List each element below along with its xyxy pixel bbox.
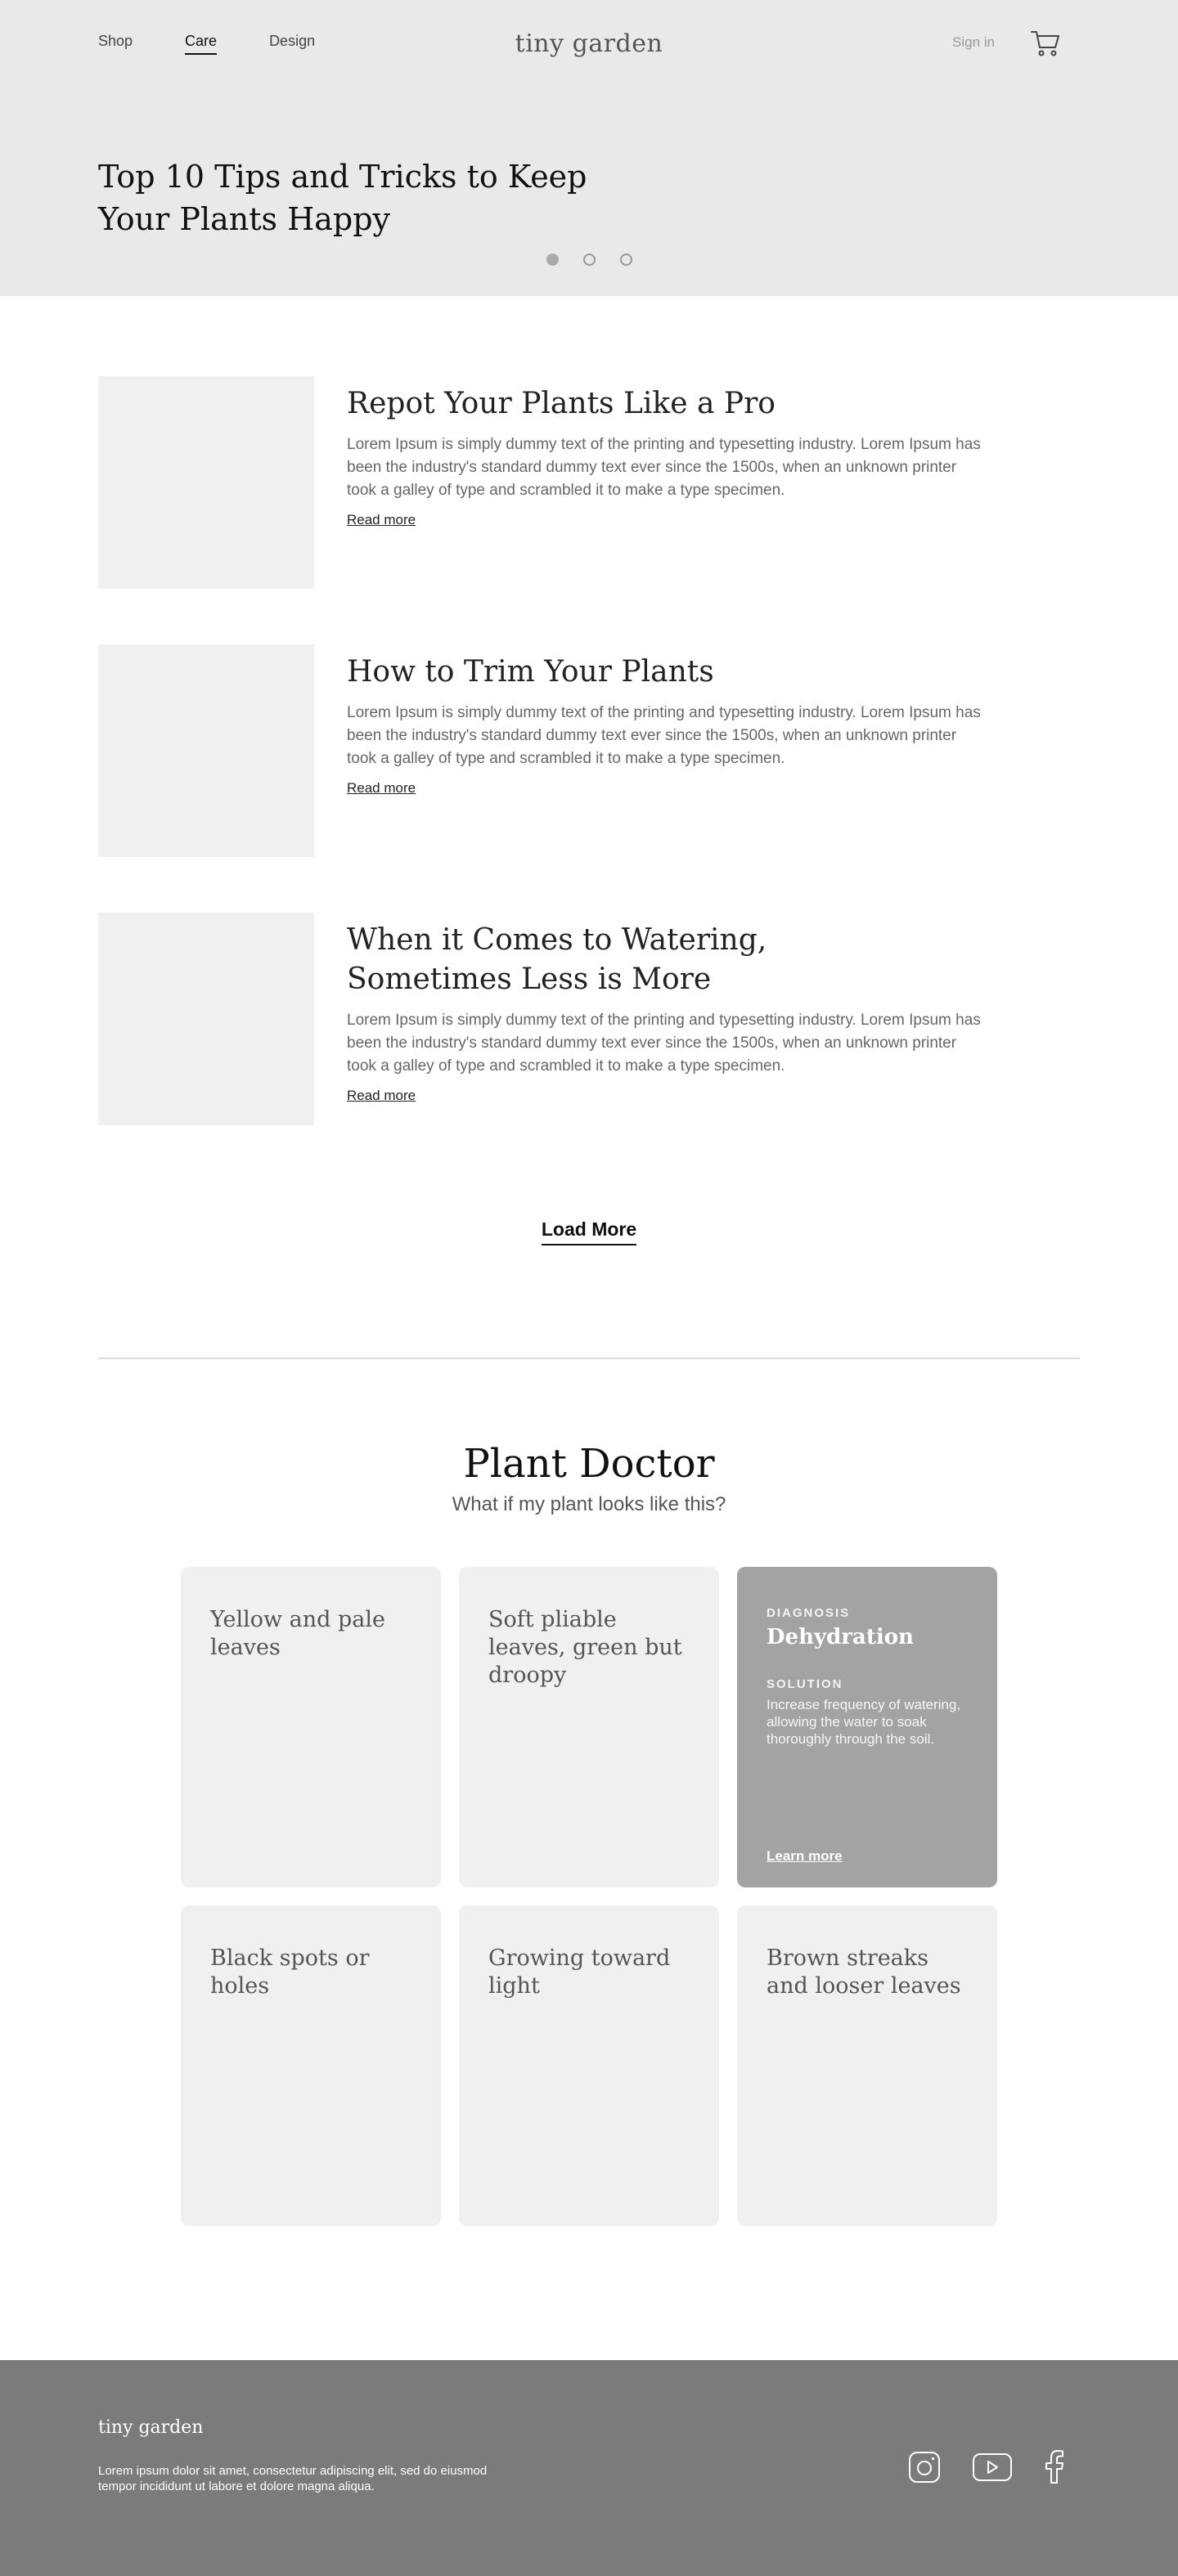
article-image[interactable] bbox=[98, 913, 314, 1125]
article-title[interactable]: Repot Your Plants Like a Pro bbox=[347, 384, 936, 424]
load-more-wrapper: Load More bbox=[0, 1218, 1178, 1292]
carousel-dot[interactable] bbox=[546, 254, 559, 266]
sign-in-link[interactable]: Sign in bbox=[952, 34, 995, 51]
solution-text: Increase frequency of watering, allowing… bbox=[767, 1697, 961, 1747]
article-item: Repot Your Plants Like a Pro Lorem Ipsum… bbox=[0, 376, 1178, 644]
article-title[interactable]: How to Trim Your Plants bbox=[347, 653, 936, 692]
article-item: When it Comes to Watering, Sometimes Les… bbox=[0, 913, 1178, 1192]
article-image[interactable] bbox=[98, 376, 314, 589]
diagnosis-label: DIAGNOSIS bbox=[767, 1606, 851, 1620]
article-excerpt: Lorem Ipsum is simply dummy text of the … bbox=[347, 1012, 981, 1075]
read-more-link[interactable]: Read more bbox=[347, 512, 416, 528]
article-excerpt: Lorem Ipsum is simply dummy text of the … bbox=[347, 704, 981, 767]
symptom-card-title: Growing toward light bbox=[488, 1945, 671, 1999]
plant-doctor-subtitle: What if my plant looks like this? bbox=[452, 1493, 726, 1515]
symptom-card[interactable]: Yellow and pale leaves bbox=[181, 1567, 441, 1887]
article-item: How to Trim Your Plants Lorem Ipsum is s… bbox=[0, 644, 1178, 913]
instagram-icon[interactable] bbox=[908, 2451, 941, 2488]
site-footer: tiny garden Lorem ipsum dolor sit amet, … bbox=[0, 2360, 1178, 2576]
solution-label: SOLUTION bbox=[767, 1677, 843, 1691]
article-image[interactable] bbox=[98, 644, 314, 857]
footer-text: Lorem ipsum dolor sit amet, consectetur … bbox=[98, 2464, 488, 2493]
symptom-card-title: Soft pliable leaves, green but droopy bbox=[488, 1607, 682, 1688]
symptom-card-title: Brown streaks and looser leaves bbox=[767, 1945, 961, 1999]
social-links bbox=[908, 2450, 1065, 2488]
symptom-card-title: Black spots or holes bbox=[210, 1945, 370, 1999]
symptom-card[interactable]: Brown streaks and looser leaves bbox=[737, 1905, 997, 2226]
carousel-dots bbox=[0, 254, 1178, 266]
load-more-button[interactable]: Load More bbox=[541, 1218, 637, 1245]
symptom-card[interactable]: Soft pliable leaves, green but droopy bbox=[459, 1567, 719, 1887]
hero-title: Top 10 Tips and Tricks to Keep Your Plan… bbox=[98, 155, 605, 240]
section-divider bbox=[98, 1358, 1080, 1359]
diagnosis-card[interactable]: DIAGNOSIS Dehydration SOLUTION Increase … bbox=[737, 1567, 997, 1887]
diagnosis-value: Dehydration bbox=[767, 1625, 914, 1649]
youtube-icon[interactable] bbox=[972, 2453, 1013, 2486]
facebook-icon[interactable] bbox=[1044, 2450, 1065, 2488]
footer-logo[interactable]: tiny garden bbox=[98, 2417, 203, 2438]
symptom-card-title: Yellow and pale leaves bbox=[210, 1607, 386, 1660]
site-logo[interactable]: tiny garden bbox=[0, 29, 1178, 58]
plant-doctor-section: Plant Doctor What if my plant looks like… bbox=[0, 1439, 1178, 2226]
carousel-dot[interactable] bbox=[582, 254, 596, 266]
plant-doctor-title: Plant Doctor bbox=[463, 1441, 715, 1487]
learn-more-link[interactable]: Learn more bbox=[767, 1848, 843, 1865]
article-title[interactable]: When it Comes to Watering, Sometimes Les… bbox=[347, 921, 919, 999]
hero-header: Shop Care Design tiny garden Sign in Top… bbox=[0, 0, 1178, 296]
symptom-card[interactable]: Black spots or holes bbox=[181, 1905, 441, 2226]
symptom-grid: Yellow and pale leaves Soft pliable leav… bbox=[181, 1567, 997, 2226]
read-more-link[interactable]: Read more bbox=[347, 780, 416, 797]
hero-title-line2: Your Plants Happy bbox=[98, 201, 390, 237]
article-body: When it Comes to Watering, Sometimes Les… bbox=[347, 921, 985, 1104]
symptom-card[interactable]: Growing toward light bbox=[459, 1905, 719, 2226]
carousel-dot[interactable] bbox=[619, 254, 632, 266]
cart-icon[interactable] bbox=[1031, 29, 1060, 57]
read-more-link[interactable]: Read more bbox=[347, 1088, 416, 1104]
article-body: How to Trim Your Plants Lorem Ipsum is s… bbox=[347, 653, 985, 797]
hero-title-line1: Top 10 Tips and Tricks to Keep bbox=[98, 159, 587, 195]
article-body: Repot Your Plants Like a Pro Lorem Ipsum… bbox=[347, 384, 985, 528]
article-list: Repot Your Plants Like a Pro Lorem Ipsum… bbox=[0, 296, 1178, 1292]
article-excerpt: Lorem Ipsum is simply dummy text of the … bbox=[347, 436, 981, 499]
